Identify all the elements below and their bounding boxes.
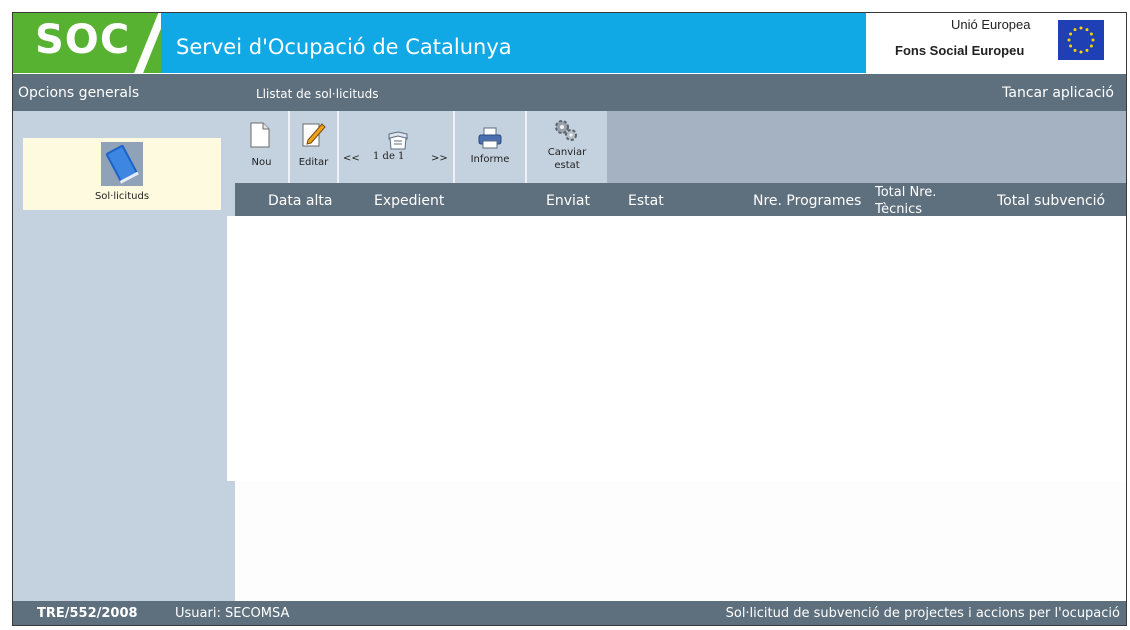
status-bar: TRE/552/2008 Usuari: SECOMSA Sol·licitud… <box>13 601 1126 625</box>
table-header: Data alta Expedient Enviat Estat Nre. Pr… <box>235 183 1126 216</box>
next-page-button[interactable]: >> <box>431 153 448 164</box>
new-button[interactable]: Nou <box>235 111 288 183</box>
general-options-menu[interactable]: Opcions generals <box>18 85 139 101</box>
report-button[interactable]: Informe <box>455 111 525 183</box>
column-header-total-subvencio[interactable]: Total subvenció <box>997 193 1105 209</box>
pagination-control: << 1 de 1 >> <box>339 111 453 183</box>
soc-logo: SOC <box>13 13 161 73</box>
change-state-button[interactable]: Canviar estat <box>527 111 607 183</box>
procedure-description: Sol·licitud de subvenció de projectes i … <box>725 606 1120 621</box>
results-list-area <box>227 216 1126 481</box>
sidebar-item-label: Sol·licituds <box>94 191 150 202</box>
report-label: Informe <box>470 154 510 165</box>
menu-bar: Opcions generals Llistat de sol·licituds… <box>13 74 1126 111</box>
sidebar: Sol·licituds <box>13 111 235 601</box>
previous-page-button[interactable]: << <box>343 153 360 164</box>
new-label: Nou <box>251 157 272 168</box>
close-app-link[interactable]: Tancar aplicació <box>1002 85 1114 101</box>
current-view-label: Llistat de sol·licituds <box>256 87 379 101</box>
column-header-enviat[interactable]: Enviat <box>546 193 590 209</box>
column-header-data-alta[interactable]: Data alta <box>268 193 332 209</box>
change-state-label-2: estat <box>554 160 580 171</box>
app-title: Servei d'Ocupació de Catalunya <box>176 35 512 59</box>
sidebar-item-solicituds[interactable]: Sol·licituds <box>23 138 221 210</box>
edit-button[interactable]: Editar <box>290 111 337 183</box>
eu-flag-icon <box>1058 20 1104 60</box>
pencil-edit-icon <box>302 121 326 151</box>
procedure-code: TRE/552/2008 <box>37 606 138 621</box>
printer-icon <box>478 127 502 153</box>
header: SOC Servei d'Ocupació de Catalunya Unió … <box>13 13 1126 73</box>
column-header-estat[interactable]: Estat <box>628 193 664 209</box>
column-header-nre-programes[interactable]: Nre. Programes <box>753 193 861 209</box>
toolbar: Nou Editar << 1 de 1 >> Informe Canviar … <box>235 111 1126 183</box>
page-indicator: 1 de 1 <box>373 151 405 162</box>
application-window: SOC Servei d'Ocupació de Catalunya Unió … <box>12 12 1127 626</box>
gears-icon <box>553 117 579 147</box>
current-user: Usuari: SECOMSA <box>175 606 290 621</box>
book-icon <box>101 142 143 186</box>
change-state-label-1: Canviar <box>547 147 587 158</box>
eu-label: Unió Europea <box>951 17 1031 32</box>
fse-label: Fons Social Europeu <box>895 43 1025 58</box>
column-header-expedient[interactable]: Expedient <box>374 193 444 209</box>
document-icon <box>250 122 270 152</box>
column-header-tecnics[interactable]: Tècnics <box>875 202 922 216</box>
logo-slash <box>130 13 161 73</box>
column-header-total-nre[interactable]: Total Nre. <box>875 185 936 200</box>
edit-label: Editar <box>298 157 329 168</box>
results-list-lower-area <box>235 481 1126 601</box>
logo-text: SOC <box>35 17 131 63</box>
